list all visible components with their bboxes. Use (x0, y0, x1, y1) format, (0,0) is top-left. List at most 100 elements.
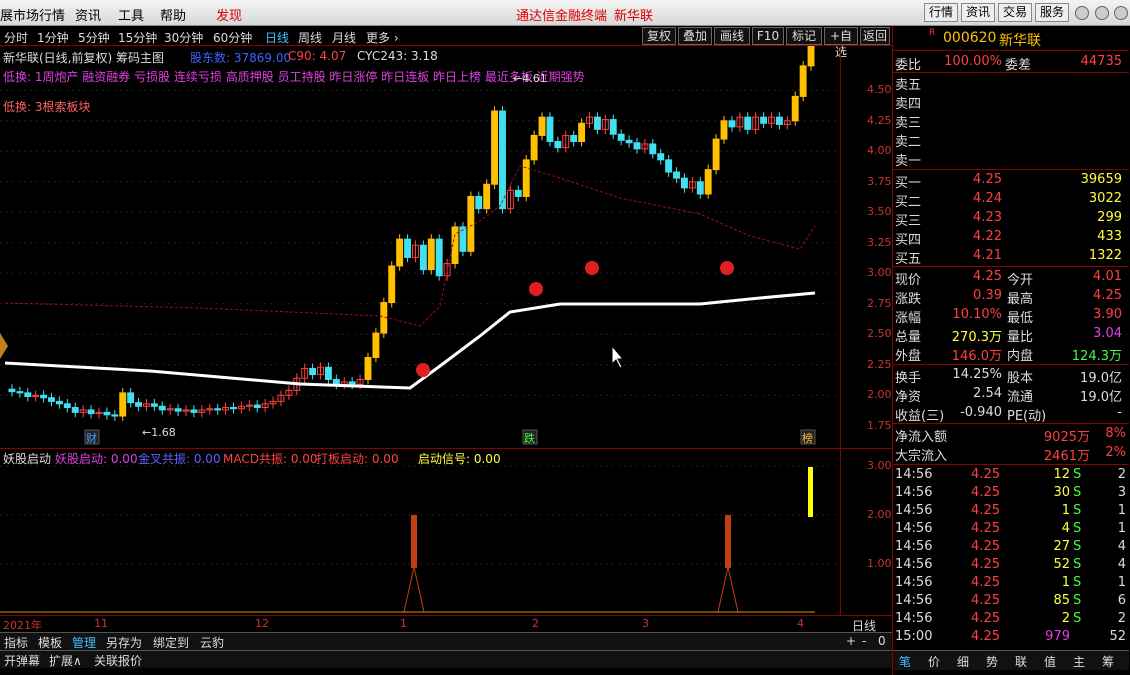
bang-marker[interactable]: 榜 (802, 431, 813, 445)
indicator-tab-4[interactable]: 绑定到 (153, 634, 189, 651)
period-tab-5[interactable]: 60分钟 (213, 29, 252, 46)
flow-label: 大宗流入 (895, 449, 948, 464)
quote-tab-4[interactable]: 联 (1015, 653, 1027, 670)
zoom-btn-1[interactable]: - (862, 634, 866, 648)
period-tab-7[interactable]: 周线 (298, 29, 322, 46)
indicator-spike (717, 566, 739, 613)
quote-tab-6[interactable]: 主 (1073, 653, 1085, 670)
signal-marker-icon[interactable] (720, 261, 734, 275)
tick-price: 4.25 (971, 557, 1000, 572)
tool-btn-6[interactable]: 返回 (860, 27, 890, 45)
sell-label: 卖四 (895, 97, 922, 112)
quote-tab-1[interactable]: 价 (928, 653, 940, 670)
weicha-value: 44735 (1080, 54, 1122, 69)
candle-body (712, 138, 720, 171)
signal-marker-icon[interactable] (529, 282, 543, 296)
divider (893, 266, 1129, 267)
signal-marker-icon[interactable] (416, 363, 430, 377)
candle-body (40, 394, 48, 399)
menu-discover[interactable]: 发现 (216, 5, 242, 24)
zoom-btn-2[interactable]: 0 (878, 634, 886, 648)
top-btn-1[interactable]: 资讯 (961, 3, 995, 22)
top-btn-3[interactable]: 服务 (1035, 3, 1069, 22)
stat-value: 14.25% (952, 367, 1002, 382)
candle-body (681, 177, 688, 189)
tick-side: S (1073, 611, 1082, 626)
quote-tab-0[interactable]: 笔 (899, 653, 911, 670)
candlestick-chart[interactable]: ←1.68 ←4.61 财 跌 榜 (0, 46, 892, 448)
tick-volume: 979 (1045, 629, 1070, 644)
period-tab-0[interactable]: 分时 (4, 29, 28, 46)
restore-icon[interactable] (1095, 6, 1109, 20)
period-tab-4[interactable]: 30分钟 (164, 29, 203, 46)
stat-value: - (1117, 405, 1122, 420)
candle-body (760, 116, 768, 124)
tool-btn-4[interactable]: 标记 (786, 27, 822, 45)
indicator-tab-1[interactable]: 模板 (38, 634, 62, 651)
period-tab-6[interactable]: 日线 (265, 29, 289, 46)
tick-count: 1 (1117, 521, 1126, 536)
price-tick: 2.00 (867, 388, 892, 402)
period-tab-2[interactable]: 5分钟 (78, 29, 110, 46)
bottom-tab-1[interactable]: 扩展∧ (49, 652, 82, 669)
minimize-icon[interactable] (1075, 6, 1089, 20)
candle-body (419, 244, 427, 271)
quote-tabs: 笔价细势联值主筹 (893, 650, 1129, 670)
stat-value: 0.39 (973, 288, 1002, 303)
tick-count: 4 (1117, 539, 1126, 554)
tick-price: 4.25 (971, 575, 1000, 590)
candle-body (174, 408, 182, 412)
indicator-tab-2[interactable]: 管理 (72, 634, 96, 651)
price-tick: 3.50 (867, 205, 892, 219)
stat-label: PE(动) (1007, 409, 1047, 424)
tool-btn-0[interactable]: 复权 (642, 27, 676, 45)
die-marker[interactable]: 跌 (524, 431, 535, 445)
price-axis: 4.50 4.25 4.00 3.75 3.50 3.25 3.00 2.75 2.50 2.25… (840, 46, 892, 448)
zoom-btn-0[interactable]: + (846, 634, 856, 648)
stat-label: 股本 (1007, 371, 1034, 386)
close-icon[interactable] (1114, 6, 1128, 20)
quote-tab-5[interactable]: 值 (1044, 653, 1056, 670)
tool-btn-1[interactable]: 叠加 (678, 27, 712, 45)
quote-tab-7[interactable]: 筹 (1102, 653, 1114, 670)
indicator-tab-0[interactable]: 指标 (4, 634, 28, 651)
stat-label: 流通 (1007, 390, 1034, 405)
period-tab-9[interactable]: 更多 › (366, 29, 399, 46)
signal-marker-icon[interactable] (585, 261, 599, 275)
indicator-tab-3[interactable]: 另存为 (106, 634, 142, 651)
bottom-tab-0[interactable]: 开弹幕 (4, 652, 40, 669)
candle-body (119, 392, 127, 417)
menu-news[interactable]: 资讯 (75, 5, 101, 24)
stat-label: 内盘 (1007, 349, 1034, 364)
stat-label: 最低 (1007, 311, 1034, 326)
sell-label: 卖五 (895, 78, 922, 93)
tick-volume: 27 (1053, 539, 1070, 554)
quote-tab-3[interactable]: 势 (986, 653, 998, 670)
top-btn-0[interactable]: 行情 (924, 3, 958, 22)
menu-market[interactable]: 展市场行情 (0, 5, 65, 24)
expand-arrow-icon[interactable] (0, 333, 8, 359)
menu-help[interactable]: 帮助 (160, 5, 186, 24)
candle-body (24, 392, 32, 398)
tool-btn-3[interactable]: F10 (752, 27, 784, 45)
tick-side: S (1073, 539, 1082, 554)
tick-volume: 85 (1053, 593, 1070, 608)
candle-body (775, 116, 783, 125)
tool-btn-5[interactable]: +自选 (824, 27, 858, 59)
divider (893, 72, 1129, 73)
menu-tools[interactable]: 工具 (118, 5, 144, 24)
cai-marker[interactable]: 财 (86, 431, 97, 445)
period-tab-1[interactable]: 1分钟 (37, 29, 69, 46)
period-tab-3[interactable]: 15分钟 (118, 29, 157, 46)
indicator-tab-5[interactable]: 云豹 (200, 634, 224, 651)
period-tab-8[interactable]: 月线 (332, 29, 356, 46)
bottom-tab-2[interactable]: 关联报价 (94, 652, 142, 669)
tool-btn-2[interactable]: 画线 (714, 27, 750, 45)
quote-tab-2[interactable]: 细 (957, 653, 969, 670)
stat-value: 2.54 (973, 386, 1002, 401)
quote-panel: R 000620 新华联 委比 100.00% 委差 44735 卖五 卖四 卖三 卖二 卖一 买一 4.… (892, 26, 1130, 675)
candle-body (404, 238, 411, 258)
indicator-bar (411, 515, 417, 568)
indicator-chart[interactable] (0, 449, 840, 615)
top-btn-2[interactable]: 交易 (998, 3, 1032, 22)
